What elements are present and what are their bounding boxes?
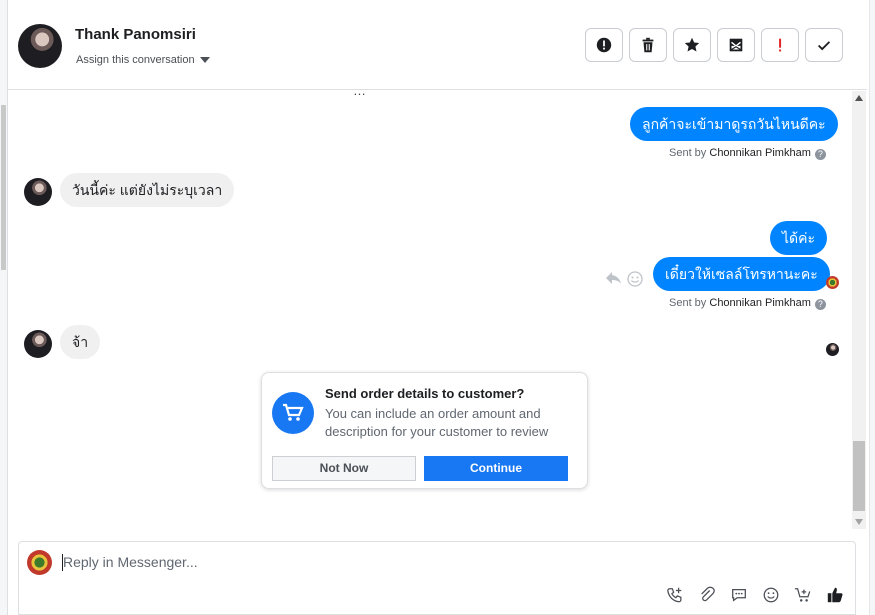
sent-by-prefix: Sent by bbox=[669, 297, 707, 309]
prompt-title: Send order details to customer? bbox=[325, 386, 525, 401]
emoji-icon[interactable] bbox=[760, 584, 782, 606]
trash-icon bbox=[642, 37, 654, 53]
reply-composer bbox=[18, 541, 856, 615]
contact-avatar[interactable] bbox=[18, 24, 62, 68]
phone-add-icon[interactable] bbox=[664, 584, 686, 606]
react-emoji-icon[interactable] bbox=[627, 271, 643, 292]
sent-by-label: Sent by Chonnikan Pimkham? bbox=[669, 147, 826, 160]
help-icon[interactable]: ? bbox=[814, 299, 826, 310]
right-panel-edge bbox=[869, 0, 875, 615]
reply-input[interactable] bbox=[63, 554, 763, 570]
message-thread[interactable]: … ลูกค้าจะเข้ามาดูรถวันไหนดีคะ Sent by C… bbox=[8, 91, 852, 529]
saved-reply-icon[interactable] bbox=[728, 584, 750, 606]
left-scrollbar-thumb[interactable] bbox=[1, 105, 6, 270]
envelope-icon bbox=[729, 38, 743, 52]
order-details-prompt: Send order details to customer? You can … bbox=[261, 372, 588, 489]
checkmark-icon bbox=[817, 41, 831, 51]
seen-avatar-contact bbox=[826, 343, 839, 356]
scroll-up-arrow-icon[interactable] bbox=[855, 95, 863, 101]
help-icon[interactable]: ? bbox=[814, 149, 826, 160]
cart-icon bbox=[272, 392, 314, 434]
scroll-down-arrow-icon[interactable] bbox=[855, 519, 863, 525]
mark-done-button[interactable] bbox=[805, 28, 843, 62]
sent-by-name: Chonnikan Pimkham bbox=[709, 147, 811, 159]
continue-button[interactable]: Continue bbox=[424, 456, 568, 481]
not-now-button[interactable]: Not Now bbox=[272, 456, 416, 481]
reply-icon[interactable] bbox=[605, 270, 623, 291]
star-icon bbox=[684, 37, 700, 52]
sent-by-label: Sent by Chonnikan Pimkham? bbox=[669, 297, 826, 310]
header-actions bbox=[585, 28, 843, 62]
message-bubble-incoming[interactable]: วันนี้ค่ะ แต่ยังไม่ระบุเวลา bbox=[60, 173, 235, 207]
message-bubble-outgoing[interactable]: ลูกค้าจะเข้ามาดูรถวันไหนดีคะ bbox=[630, 107, 838, 141]
follow-up-button[interactable] bbox=[761, 28, 799, 62]
seen-avatar-page bbox=[826, 276, 839, 289]
assign-conversation-dropdown[interactable]: Assign this conversation bbox=[76, 54, 210, 66]
sent-by-name: Chonnikan Pimkham bbox=[709, 297, 811, 309]
thread-scrollbar[interactable] bbox=[852, 91, 866, 529]
star-button[interactable] bbox=[673, 28, 711, 62]
page-avatar bbox=[27, 550, 52, 575]
thumbs-up-icon[interactable] bbox=[824, 584, 846, 606]
conversation-header: Thank Panomsiri Assign this conversation bbox=[8, 0, 867, 90]
contact-avatar-small bbox=[24, 330, 52, 358]
composer-tools bbox=[664, 584, 846, 606]
scrollbar-thumb[interactable] bbox=[853, 441, 865, 511]
message-bubble-outgoing[interactable]: ได้ค่ะ bbox=[770, 221, 828, 255]
contact-avatar-small bbox=[24, 178, 52, 206]
contact-name[interactable]: Thank Panomsiri bbox=[75, 26, 196, 43]
mark-spam-button[interactable] bbox=[585, 28, 623, 62]
cart-add-icon[interactable] bbox=[792, 584, 814, 606]
left-panel-edge bbox=[0, 0, 8, 615]
assign-label: Assign this conversation bbox=[76, 54, 195, 66]
mark-unread-button[interactable] bbox=[717, 28, 755, 62]
caret-down-icon bbox=[199, 57, 210, 64]
message-bubble-incoming[interactable]: จ้า bbox=[60, 325, 101, 359]
paperclip-icon[interactable] bbox=[696, 584, 718, 606]
sent-by-prefix: Sent by bbox=[669, 147, 707, 159]
exclamation-icon bbox=[779, 38, 782, 52]
prompt-description: You can include an order amount and desc… bbox=[325, 406, 549, 439]
clipped-previous-text: … bbox=[353, 91, 366, 98]
delete-button[interactable] bbox=[629, 28, 667, 62]
alert-circle-icon bbox=[596, 37, 612, 53]
message-bubble-outgoing[interactable]: เดี๋ยวให้เซลล์โทรหานะคะ bbox=[653, 257, 830, 291]
